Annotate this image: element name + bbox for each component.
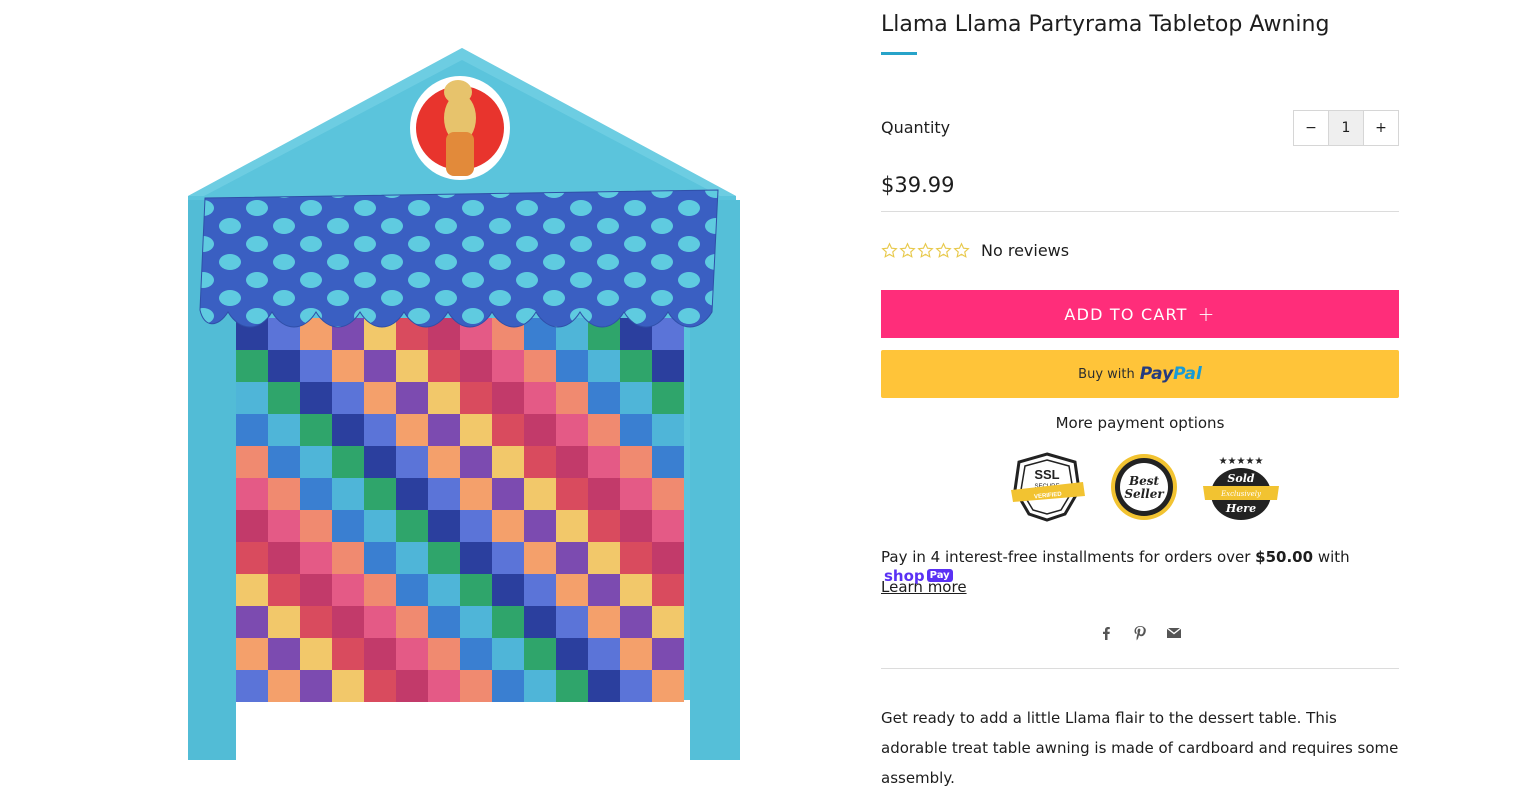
best-seller-badge: Best Seller xyxy=(1111,454,1177,520)
title-underline xyxy=(881,52,917,55)
pinterest-icon[interactable] xyxy=(1131,624,1149,642)
stars-icon: ★★★★★ xyxy=(1219,456,1264,467)
paypal-button[interactable]: Buy with Pay Pal xyxy=(881,350,1399,398)
product-image[interactable] xyxy=(90,0,850,769)
exclusively-text: Exclusively xyxy=(1220,490,1262,498)
add-to-cart-button[interactable]: ADD TO CART + xyxy=(881,290,1399,338)
best-text: Best xyxy=(1128,474,1160,488)
installments-text: Pay in 4 interest-free installments for … xyxy=(881,548,1256,566)
reviews-summary[interactable]: No reviews xyxy=(881,241,1069,260)
quantity-stepper[interactable]: − 1 + xyxy=(1293,110,1399,146)
paypal-logo-pay: Pay xyxy=(1139,364,1174,384)
installments-threshold: $50.00 xyxy=(1255,548,1314,566)
quantity-decrement-button[interactable]: − xyxy=(1294,111,1328,145)
reviews-text: No reviews xyxy=(981,241,1070,260)
seller-text: Seller xyxy=(1124,487,1165,501)
product-price: $39.99 xyxy=(881,173,955,197)
quantity-label: Quantity xyxy=(881,118,951,137)
paypal-button-label: Buy with xyxy=(1078,366,1135,382)
product-title: Llama Llama Partyrama Tabletop Awning xyxy=(881,12,1330,37)
divider xyxy=(881,668,1399,669)
installments-text-after: with xyxy=(1313,548,1350,566)
more-payment-options-link[interactable]: More payment options xyxy=(881,414,1399,432)
sold-text: Sold xyxy=(1227,472,1254,485)
rating-stars[interactable] xyxy=(881,242,970,259)
plus-icon: + xyxy=(1197,302,1216,326)
here-text: Here xyxy=(1225,502,1256,515)
paypal-logo-pal: Pal xyxy=(1173,364,1202,384)
sold-exclusively-badge: ★★★★★ Sold Exclusively Here xyxy=(1203,456,1279,520)
quantity-input[interactable]: 1 xyxy=(1328,111,1364,145)
share-icons xyxy=(1097,624,1183,642)
divider xyxy=(881,211,1399,212)
email-icon[interactable] xyxy=(1165,624,1183,642)
product-description: Get ready to add a little Llama flair to… xyxy=(881,709,1399,787)
ssl-text: SSL xyxy=(1034,467,1059,482)
trust-badges: SSL SECURE VERIFIED Best Seller ★★★★★ So… xyxy=(1005,452,1283,522)
star-icon xyxy=(899,242,916,258)
quantity-increment-button[interactable]: + xyxy=(1364,111,1398,145)
star-icon xyxy=(953,242,970,258)
add-to-cart-label: ADD TO CART xyxy=(1064,304,1188,324)
star-icon xyxy=(881,242,898,258)
star-icon xyxy=(935,242,952,258)
star-icon xyxy=(917,242,934,258)
learn-more-link[interactable]: Learn more xyxy=(881,578,967,596)
facebook-icon[interactable] xyxy=(1097,624,1115,642)
ssl-secure-badge: SSL SECURE VERIFIED xyxy=(1011,452,1085,522)
